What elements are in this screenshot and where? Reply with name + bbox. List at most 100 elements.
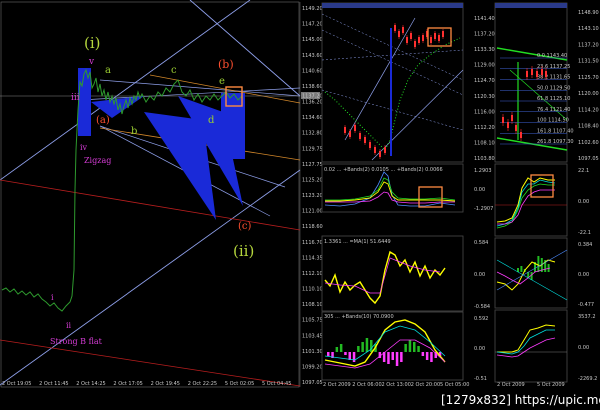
wave-label-b-paren: (b) xyxy=(218,58,234,71)
y-axis-tick-label: 1102.60 xyxy=(578,140,599,146)
candle xyxy=(434,33,436,39)
fib-level-label: 261.8 1097.30 xyxy=(537,139,574,145)
y-axis-tick-label: 1137.20 xyxy=(474,32,495,38)
x-axis-tick-label: 5 Oct 02:05 xyxy=(225,381,254,387)
y-axis-tick-label: 1097.05 xyxy=(578,156,599,162)
main-chart-panel[interactable]: (i) (ii) v iii iv (a) a b c d e (b) (c) … xyxy=(0,0,323,388)
scale-label: 3537.2 xyxy=(578,314,596,320)
x-axis-tick-label: 2 Oct 13:00 xyxy=(382,382,411,388)
histogram-bar xyxy=(370,340,373,352)
scale-label: 22.1 xyxy=(578,168,589,174)
x-axis-tick-label: 2 Oct 2009 xyxy=(323,382,351,388)
y-axis-tick-label: 1148.90 xyxy=(578,10,599,16)
histogram-bar xyxy=(430,352,433,362)
fib-level-label: 0.0 1143.40 xyxy=(537,53,567,59)
candle xyxy=(402,27,404,33)
scale-label: -0.477 xyxy=(578,302,594,308)
x-axis-tick-label: 2 Oct 19:45 xyxy=(151,381,180,387)
candle xyxy=(369,142,371,148)
y-axis-tick-label: 1133.30 xyxy=(474,47,495,53)
histogram-bar xyxy=(357,346,360,352)
scale-label: -22.1 xyxy=(578,230,591,236)
y-axis-tick-label: 1108.10 xyxy=(302,302,323,308)
wave-label-iii: iii xyxy=(71,93,80,103)
y-axis-tick-label: 1105.75 xyxy=(302,318,323,324)
candle xyxy=(414,41,416,47)
fib-level-label: 50.0 1129.50 xyxy=(537,85,570,91)
x-axis-tick-label: 2 Oct 22:25 xyxy=(188,381,217,387)
image-size-footer: [1279x832] https://upic.me/ xyxy=(438,393,600,408)
candle xyxy=(410,33,412,39)
x-axis-tick-label: 5 Oct 2009 xyxy=(537,382,565,388)
candle xyxy=(545,71,547,77)
y-axis-tick-label: 1116.70 xyxy=(302,240,323,246)
y-axis-tick-label: 1114.20 xyxy=(578,107,599,113)
candle xyxy=(354,125,356,131)
wave-label-i-big: (i) xyxy=(84,34,101,52)
x-axis-tick-label: 2 Oct 17:05 xyxy=(113,381,142,387)
histogram-bar xyxy=(408,340,412,352)
wave-label-c-paren: (c) xyxy=(238,221,252,232)
candle xyxy=(394,25,396,31)
y-axis-tick-label: 1137.20 xyxy=(578,42,599,48)
x-axis-tick-label: 5 Oct 05:00 xyxy=(440,382,469,388)
histogram-bar xyxy=(413,342,416,352)
candle xyxy=(344,127,346,133)
wave-label-iv: iv xyxy=(80,143,88,152)
histogram-bar xyxy=(352,352,356,362)
scale-label: 0.00 xyxy=(474,187,485,193)
x-axis-tick-label: 2 Oct 19:05 xyxy=(2,381,31,387)
scale-label: -2269.2 xyxy=(578,376,597,382)
fib-level-label: 100 1114.50 xyxy=(537,118,569,124)
scale-label: 0.384 xyxy=(578,242,592,248)
histogram-bar xyxy=(417,346,420,352)
candle xyxy=(418,37,420,43)
y-axis-tick-label: 1123.20 xyxy=(302,193,323,199)
wave-label-ii-big: (ii) xyxy=(233,242,254,260)
y-axis-tick-label: 1138.60 xyxy=(302,84,323,90)
y-axis-tick-label: 1147.20 xyxy=(302,22,323,28)
x-axis-tick-label: 2 Oct 11:45 xyxy=(39,381,68,387)
y-axis-tick-label: 1125.70 xyxy=(578,75,599,81)
mid-x-axis: 2 Oct 2009 2 Oct 06:00 2 Oct 13:00 2 Oct 20… xyxy=(323,382,469,388)
candle xyxy=(349,131,351,137)
wave-label-ii-small: ii xyxy=(66,321,72,330)
candle xyxy=(502,117,504,123)
candle xyxy=(541,69,543,75)
y-axis-tick-label: 1108.10 xyxy=(474,140,495,146)
scale-label: -1.2907 xyxy=(474,206,493,212)
candle xyxy=(422,35,424,41)
wave-zone-box xyxy=(78,68,91,136)
y-axis-tick-label: 1125.20 xyxy=(302,177,323,183)
candle xyxy=(379,151,381,157)
scale-label: 0.00 xyxy=(474,346,485,352)
mid-ind3-header: 305 ... +Bands(10) 70.0900 xyxy=(324,314,394,320)
wave-label-i-small: i xyxy=(51,293,54,302)
candle xyxy=(359,133,361,139)
histogram-bar xyxy=(404,344,407,352)
mid-top-chart[interactable] xyxy=(321,2,464,163)
candle xyxy=(374,147,376,153)
y-axis-tick-label: 1129.00 xyxy=(474,63,495,69)
candle xyxy=(438,35,440,41)
price-marker-label: 1137.20 xyxy=(302,94,323,100)
y-axis-tick-label: 1114.35 xyxy=(302,255,323,261)
y-axis-tick-label: 1112.20 xyxy=(474,125,495,131)
histogram-bar xyxy=(344,352,347,355)
y-axis-tick-label: 1121.00 xyxy=(302,209,323,215)
right-indicator-3[interactable] xyxy=(494,309,568,383)
fib-level-label: 161.8 1107.40 xyxy=(537,128,574,134)
scale-label: 0.584 xyxy=(474,240,488,246)
y-axis-tick-label: 1129.75 xyxy=(302,146,323,152)
histogram-bar xyxy=(395,352,399,366)
x-axis-tick-label: 2 Oct 20:00 xyxy=(411,382,440,388)
y-axis-tick-label: 1141.40 xyxy=(474,16,495,22)
candle xyxy=(384,147,386,153)
y-axis-tick-label: 1124.70 xyxy=(474,78,495,84)
x-axis-tick-label: 2 Oct 06:00 xyxy=(352,382,381,388)
histogram-bar xyxy=(339,344,343,352)
y-axis-tick-label: 1118.60 xyxy=(302,224,323,230)
wave-label-v: v xyxy=(88,57,95,67)
y-axis-tick-label: 1143.60 xyxy=(302,53,323,59)
histogram-bar xyxy=(391,352,394,360)
